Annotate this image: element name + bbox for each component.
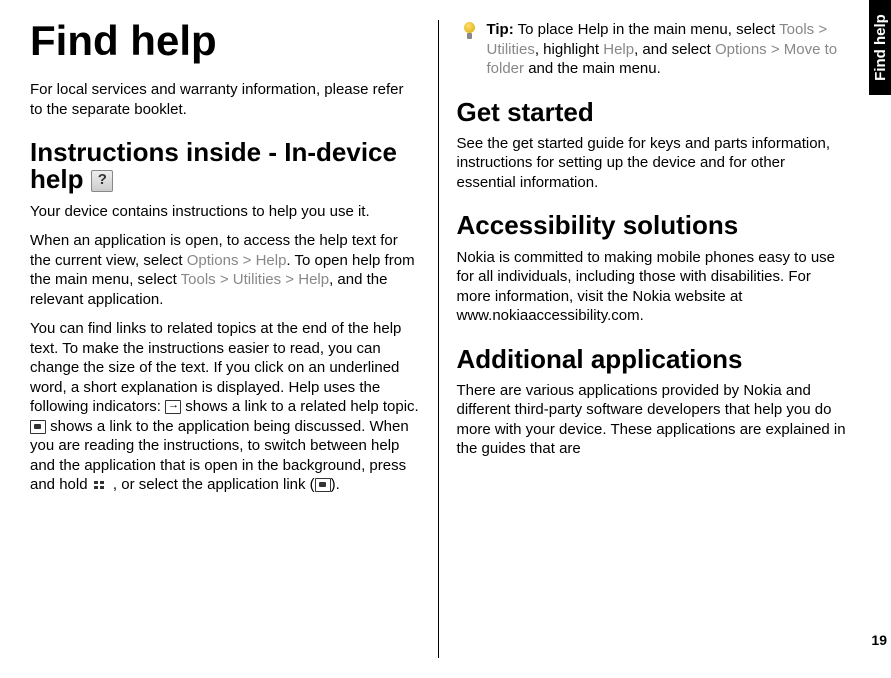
accessibility-paragraph: Nokia is committed to making mobile phon… bbox=[457, 248, 847, 326]
section-tab: Find help bbox=[869, 0, 891, 95]
separator: > bbox=[814, 21, 827, 38]
application-link-icon bbox=[30, 420, 46, 434]
get-started-paragraph: See the get started guide for keys and p… bbox=[457, 134, 847, 193]
tip-text: Tip: To place Help in the main menu, sel… bbox=[487, 20, 847, 79]
menu-key-icon bbox=[92, 478, 109, 492]
separator: > bbox=[216, 271, 233, 288]
lightbulb-icon bbox=[457, 20, 483, 46]
left-column: Find help For local services and warrant… bbox=[25, 20, 438, 658]
related-topic-icon bbox=[165, 400, 181, 414]
menu-help: Help bbox=[603, 41, 634, 58]
intro-paragraph: For local services and warranty informat… bbox=[30, 80, 420, 119]
manual-page: Find help 19 Find help For local service… bbox=[0, 0, 891, 678]
text: , highlight bbox=[535, 41, 603, 58]
separator: > bbox=[238, 252, 255, 269]
text: shows a link to a related help topic. bbox=[181, 398, 419, 415]
page-title: Find help bbox=[30, 20, 420, 62]
tip-block: Tip: To place Help in the main menu, sel… bbox=[457, 20, 847, 79]
menu-tools: Tools bbox=[181, 271, 216, 288]
text: ). bbox=[331, 476, 340, 493]
menu-tools: Tools bbox=[779, 21, 814, 38]
heading-instructions-text: Instructions inside - In-device help bbox=[30, 137, 397, 194]
device-contains-paragraph: Your device contains instructions to hel… bbox=[30, 202, 420, 222]
help-icon bbox=[91, 170, 113, 192]
access-help-paragraph: When an application is open, to access t… bbox=[30, 231, 420, 309]
heading-get-started: Get started bbox=[457, 99, 847, 126]
separator: > bbox=[767, 41, 784, 58]
text: , or select the application link ( bbox=[109, 476, 315, 493]
column-layout: Find help For local services and warrant… bbox=[25, 20, 861, 658]
heading-additional: Additional applications bbox=[457, 346, 847, 373]
text: , and select bbox=[634, 41, 715, 58]
additional-paragraph: There are various applications provided … bbox=[457, 381, 847, 459]
text: To place Help in the main menu, select bbox=[514, 21, 779, 38]
section-tab-label: Find help bbox=[872, 14, 889, 81]
menu-utilities: Utilities bbox=[233, 271, 281, 288]
menu-options: Options bbox=[187, 252, 239, 269]
application-link-icon bbox=[315, 478, 331, 492]
tip-label: Tip: bbox=[487, 21, 514, 38]
heading-accessibility: Accessibility solutions bbox=[457, 212, 847, 239]
find-links-paragraph: You can find links to related topics at … bbox=[30, 319, 420, 495]
right-column: Tip: To place Help in the main menu, sel… bbox=[438, 20, 862, 658]
heading-instructions: Instructions inside - In-device help bbox=[30, 139, 420, 194]
page-number: 19 bbox=[871, 632, 887, 648]
menu-help: Help bbox=[256, 252, 287, 269]
separator: > bbox=[281, 271, 298, 288]
text: and the main menu. bbox=[524, 60, 661, 77]
menu-help: Help bbox=[298, 271, 329, 288]
menu-options: Options bbox=[715, 41, 767, 58]
menu-utilities: Utilities bbox=[487, 41, 535, 58]
